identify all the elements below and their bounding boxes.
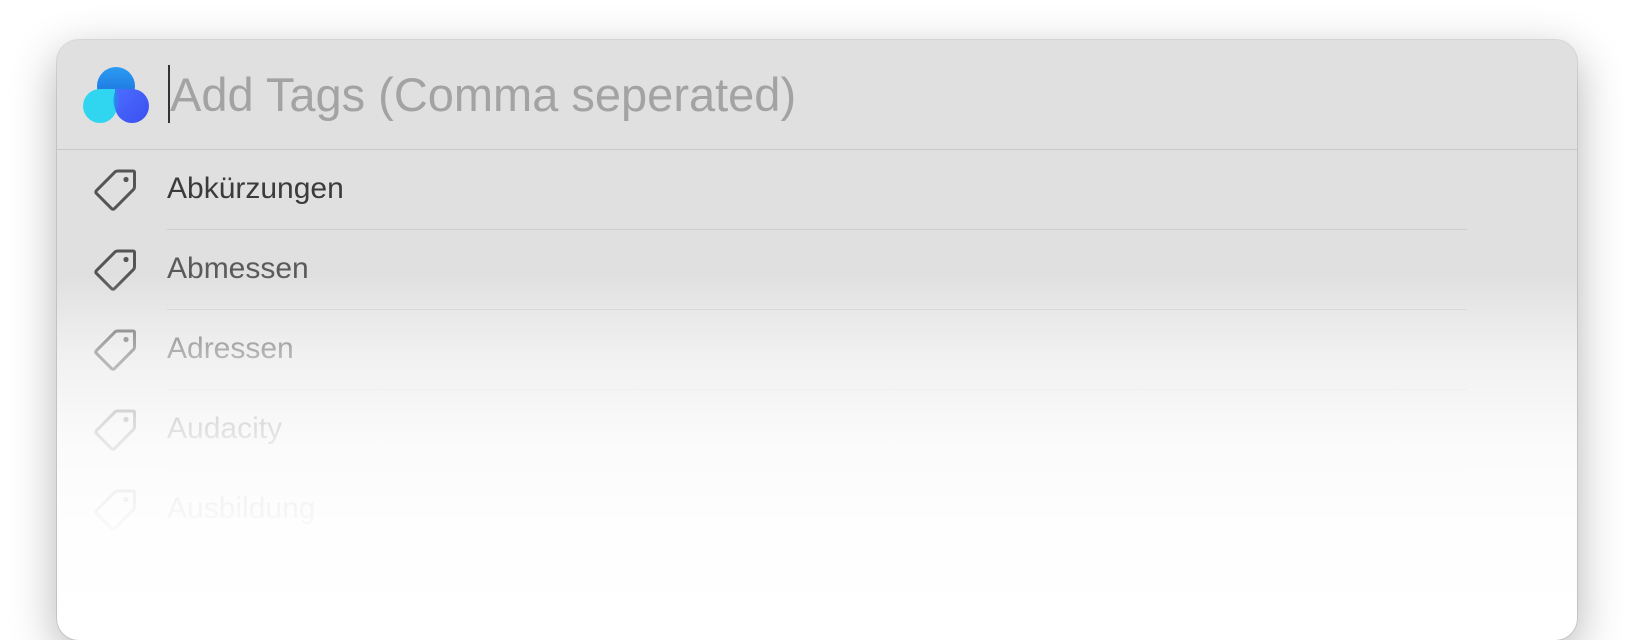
tag-icon <box>94 329 136 371</box>
tag-item-abmessen[interactable]: Abmessen <box>57 230 1577 310</box>
tag-icon <box>94 169 136 211</box>
tag-label: Abmessen <box>167 252 309 285</box>
tag-icon <box>94 409 136 451</box>
tag-entry-panel: Abkürzungen Abmessen Adressen Audacity <box>57 40 1577 640</box>
tag-input[interactable] <box>170 56 1530 132</box>
tag-item-abkurzungen[interactable]: Abkürzungen <box>57 150 1577 230</box>
tag-label: Adressen <box>167 332 294 365</box>
tag-item-adressen[interactable]: Adressen <box>57 310 1577 390</box>
cloud-logo-icon <box>83 67 149 123</box>
tag-item-ausbildung[interactable]: Ausbildung <box>57 470 1577 550</box>
tag-icon <box>94 489 136 531</box>
tag-suggestion-list: Abkürzungen Abmessen Adressen Audacity A… <box>57 150 1577 550</box>
tag-icon <box>94 249 136 291</box>
tag-label: Ausbildung <box>167 492 316 525</box>
search-bar <box>57 40 1577 150</box>
tag-label: Audacity <box>167 412 283 445</box>
tag-item-audacity[interactable]: Audacity <box>57 390 1577 470</box>
tag-label: Abkürzungen <box>167 172 344 205</box>
